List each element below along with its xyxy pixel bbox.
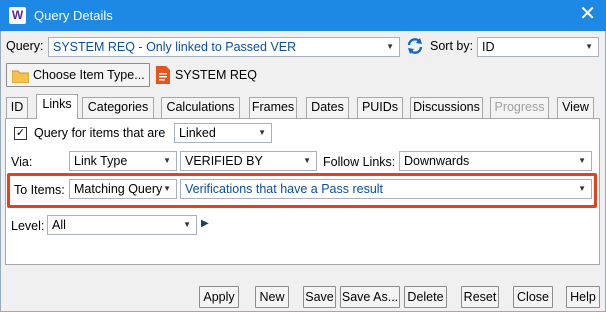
- level-value: All: [52, 218, 66, 232]
- query-select-value: SYSTEM REQ - Only linked to Passed VER: [53, 40, 297, 54]
- close-button[interactable]: Close: [513, 286, 553, 308]
- via-label: Via:: [11, 155, 33, 169]
- tab-dates[interactable]: Dates: [306, 97, 349, 118]
- via-type-value: Link Type: [74, 154, 128, 168]
- chevron-down-icon: ▼: [585, 42, 593, 51]
- item-type-value: SYSTEM REQ: [175, 68, 257, 82]
- query-links-label: Query for items that are: [34, 126, 166, 140]
- refresh-icon[interactable]: [405, 36, 425, 56]
- window-title: Query Details: [34, 8, 113, 23]
- tab-view[interactable]: View: [557, 97, 594, 118]
- follow-links-value: Downwards: [404, 154, 470, 168]
- sort-by-select[interactable]: ID ▼: [477, 37, 599, 57]
- tab-calculations[interactable]: Calculations: [161, 97, 240, 118]
- choose-item-type-label: Choose Item Type...: [33, 68, 145, 82]
- tab-categories[interactable]: Categories: [82, 97, 154, 118]
- delete-button[interactable]: Delete: [404, 286, 447, 308]
- close-window-button[interactable]: ✕: [579, 3, 596, 25]
- apply-button[interactable]: Apply: [199, 286, 239, 308]
- save-as-button[interactable]: Save As...: [340, 286, 400, 308]
- folder-icon: [11, 68, 30, 90]
- link-type-value: VERIFIED BY: [185, 154, 263, 168]
- sort-by-value: ID: [482, 40, 495, 54]
- chevron-down-icon: ▼: [183, 220, 191, 229]
- highlight-box: [7, 173, 597, 208]
- link-state-select[interactable]: Linked ▼: [174, 123, 272, 143]
- reset-button[interactable]: Reset: [461, 286, 499, 308]
- chevron-down-icon: ▼: [163, 156, 171, 165]
- app-logo-icon: W: [9, 7, 26, 24]
- tab-frames[interactable]: Frames: [249, 97, 297, 118]
- level-select[interactable]: All ▼: [47, 215, 197, 235]
- tab-puids[interactable]: PUIDs: [357, 97, 403, 118]
- link-type-select[interactable]: VERIFIED BY ▼: [180, 151, 317, 171]
- query-select[interactable]: SYSTEM REQ - Only linked to Passed VER ▼: [48, 37, 400, 57]
- tab-progress: Progress: [490, 97, 549, 118]
- query-label: Query:: [6, 39, 44, 53]
- follow-links-label: Follow Links:: [323, 155, 396, 169]
- chevron-down-icon: ▼: [386, 42, 394, 51]
- document-icon: [156, 66, 170, 87]
- chevron-down-icon: ▼: [578, 156, 586, 165]
- via-type-select[interactable]: Link Type ▼: [69, 151, 177, 171]
- title-bar: W Query Details ✕: [0, 0, 606, 31]
- tab-id[interactable]: ID: [6, 97, 28, 118]
- play-arrow-icon[interactable]: ▶: [201, 218, 209, 229]
- choose-item-type-button[interactable]: Choose Item Type...: [6, 63, 150, 87]
- save-button[interactable]: Save: [303, 286, 336, 308]
- new-button[interactable]: New: [255, 286, 289, 308]
- sort-by-label: Sort by:: [430, 39, 474, 53]
- query-links-checkbox[interactable]: ✓: [14, 127, 27, 140]
- link-state-value: Linked: [179, 126, 216, 140]
- chevron-down-icon: ▼: [258, 128, 266, 137]
- chevron-down-icon: ▼: [303, 156, 311, 165]
- tab-discussions[interactable]: Discussions: [410, 97, 483, 118]
- tab-links[interactable]: Links: [36, 94, 78, 119]
- help-button[interactable]: Help: [566, 286, 600, 308]
- level-label: Level:: [11, 219, 45, 233]
- follow-links-select[interactable]: Downwards ▼: [399, 151, 592, 171]
